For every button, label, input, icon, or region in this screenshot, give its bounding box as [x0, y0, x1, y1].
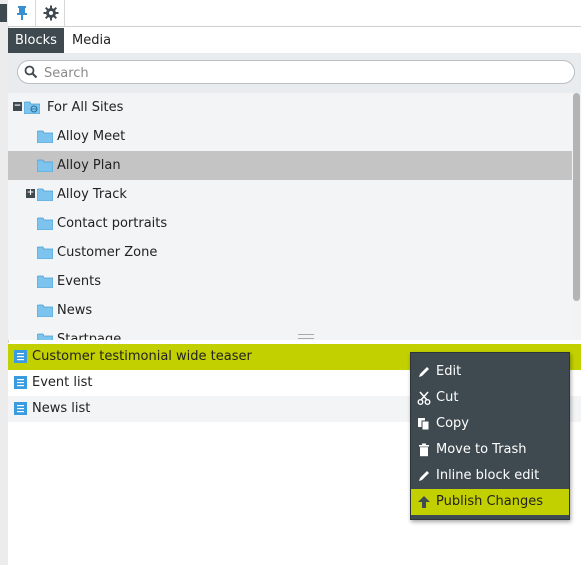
- tree-scrollbar[interactable]: [572, 93, 581, 340]
- arrow-up-icon: [418, 496, 430, 508]
- folder-icon: [37, 159, 53, 172]
- folder-icon: [37, 333, 53, 340]
- list-item-label: Event list: [32, 375, 93, 390]
- tree-item[interactable]: + Alloy Track: [8, 180, 573, 210]
- list-item-label: Customer testimonial wide teaser: [32, 349, 252, 364]
- pin-icon: [16, 6, 27, 20]
- scrollbar-thumb[interactable]: [573, 93, 580, 301]
- settings-button[interactable]: [37, 0, 65, 26]
- plus-toggle-icon[interactable]: +: [26, 189, 35, 198]
- minus-toggle-icon[interactable]: −: [13, 102, 22, 111]
- tree-item[interactable]: Customer Zone: [8, 238, 573, 268]
- asset-tabs: Blocks Media: [8, 27, 581, 53]
- panel-toolbar: [8, 0, 581, 27]
- menu-item-move-to-trash[interactable]: Move to Trash: [411, 437, 569, 463]
- tree-item[interactable]: Startpage: [8, 325, 573, 340]
- tab-blocks[interactable]: Blocks: [8, 28, 64, 53]
- tree-item-label: News: [57, 303, 93, 318]
- scissors-icon: [417, 391, 431, 405]
- menu-item-publish-changes[interactable]: Publish Changes: [411, 489, 569, 515]
- gear-icon: [43, 5, 58, 21]
- copy-icon: [418, 418, 430, 431]
- block-icon: [14, 376, 27, 389]
- tree-item-label: Alloy Plan: [57, 158, 121, 173]
- folder-tree: − For All Sites Alloy Meet Alloy Plan + …: [8, 93, 581, 340]
- folder-icon: [37, 188, 53, 201]
- search-box: [17, 60, 575, 84]
- pencil-icon: [419, 471, 429, 481]
- tree-item[interactable]: Events: [8, 267, 573, 297]
- folder-icon: [37, 304, 53, 317]
- collapsed-panel-tab[interactable]: [0, 4, 7, 22]
- pencil-icon: [419, 367, 429, 377]
- folder-icon: [37, 130, 53, 143]
- list-item-label: News list: [32, 401, 91, 416]
- menu-item-edit[interactable]: Edit: [411, 359, 569, 385]
- context-menu: Edit Cut Copy Move to Trash Inline block…: [410, 352, 570, 520]
- search-input[interactable]: [42, 63, 566, 83]
- tree-item-label: Startpage: [57, 332, 122, 340]
- tree-item-label: Alloy Track: [57, 187, 127, 202]
- tree-item-selected[interactable]: Alloy Plan: [8, 151, 573, 181]
- tree-item-label: Customer Zone: [57, 245, 158, 260]
- pin-button[interactable]: [8, 0, 36, 26]
- tree-item-label: Alloy Meet: [57, 129, 126, 144]
- tree-item[interactable]: News: [8, 296, 573, 326]
- search-bar: [8, 53, 581, 93]
- pane-resize-handle[interactable]: [298, 334, 314, 339]
- block-icon: [14, 402, 27, 415]
- folder-icon: [37, 246, 53, 259]
- folder-icon: [37, 275, 53, 288]
- tree-item-label: Contact portraits: [57, 216, 168, 231]
- tree-item-label: Events: [57, 274, 102, 289]
- trash-icon: [419, 443, 429, 457]
- folder-icon: [24, 101, 40, 114]
- menu-item-inline-block-edit[interactable]: Inline block edit: [411, 463, 569, 489]
- folder-icon: [37, 217, 53, 230]
- tree-item-root[interactable]: − For All Sites: [8, 93, 573, 123]
- menu-item-copy[interactable]: Copy: [411, 411, 569, 437]
- menu-item-cut[interactable]: Cut: [411, 385, 569, 411]
- tree-item[interactable]: Contact portraits: [8, 209, 573, 239]
- tree-item[interactable]: Alloy Meet: [8, 122, 573, 152]
- search-icon: [24, 65, 38, 79]
- tab-media[interactable]: Media: [65, 28, 118, 53]
- tree-item-label: For All Sites: [47, 100, 124, 115]
- block-icon: [14, 350, 27, 363]
